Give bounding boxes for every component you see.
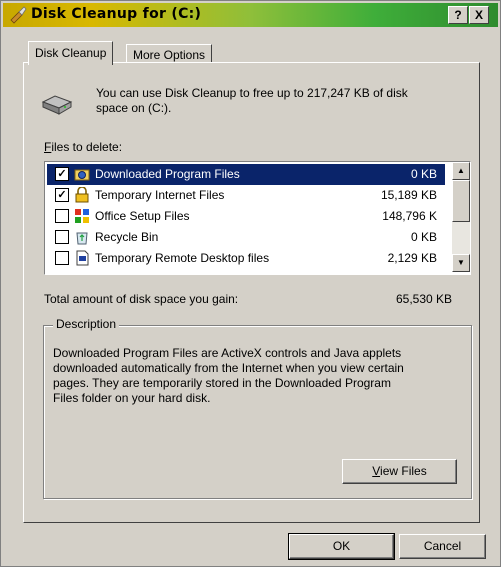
scroll-up-arrow-icon[interactable]: ▲ bbox=[452, 162, 470, 180]
list-item-temporary-internet-files[interactable]: ✓ Temporary Internet Files 15,189 KB bbox=[47, 185, 445, 206]
item-label: Downloaded Program Files bbox=[95, 167, 240, 181]
description-text: Downloaded Program Files are ActiveX con… bbox=[53, 346, 463, 406]
window-title: Disk Cleanup for (C:) bbox=[31, 6, 202, 22]
item-size: 0 KB bbox=[410, 230, 437, 244]
lock-icon bbox=[75, 187, 89, 203]
total-label: Total amount of disk space you gain: bbox=[44, 292, 239, 306]
view-files-button[interactable]: View Files bbox=[342, 459, 457, 484]
checkbox-downloaded-program-files[interactable]: ✓ bbox=[55, 167, 69, 181]
item-size: 15,189 KB bbox=[380, 188, 437, 202]
item-size: 148,796 K bbox=[382, 209, 437, 223]
list-item-downloaded-program-files[interactable]: ✓ Downloaded Program Files 0 KB bbox=[47, 164, 445, 185]
checkbox-office-setup-files[interactable] bbox=[55, 209, 69, 223]
activex-folder-icon bbox=[74, 169, 90, 181]
ok-button[interactable]: OK bbox=[288, 533, 395, 560]
item-label: Temporary Internet Files bbox=[95, 188, 225, 202]
files-list[interactable]: ✓ Downloaded Program Files 0 KB ✓ Tempor… bbox=[44, 161, 471, 275]
intro-text: You can use Disk Cleanup to free up to 2… bbox=[96, 86, 408, 116]
list-item-temporary-remote-desktop-files[interactable]: Temporary Remote Desktop files 2,129 KB bbox=[47, 248, 445, 269]
broom-icon bbox=[10, 6, 27, 24]
close-button[interactable]: X bbox=[469, 6, 489, 24]
remote-desktop-icon bbox=[76, 250, 89, 266]
title-bar[interactable]: Disk Cleanup for (C:) ? X bbox=[3, 3, 498, 27]
disk-cleanup-window: Disk Cleanup for (C:) ? X Disk Cleanup M… bbox=[0, 0, 501, 567]
help-button[interactable]: ? bbox=[448, 6, 468, 24]
tab-disk-cleanup[interactable]: Disk Cleanup bbox=[28, 41, 114, 65]
description-legend: Description bbox=[53, 317, 120, 331]
item-label: Recycle Bin bbox=[95, 230, 159, 244]
description-line: Downloaded Program Files are ActiveX con… bbox=[53, 346, 402, 360]
cancel-button[interactable]: Cancel bbox=[399, 534, 486, 559]
list-item-office-setup-files[interactable]: Office Setup Files 148,796 K bbox=[47, 206, 445, 227]
item-size: 0 KB bbox=[410, 167, 437, 181]
total-value: 65,530 KB bbox=[396, 292, 453, 306]
hard-drive-icon bbox=[41, 95, 73, 115]
list-item-recycle-bin[interactable]: Recycle Bin 0 KB bbox=[47, 227, 445, 248]
description-line: downloaded automatically from the Intern… bbox=[53, 361, 404, 375]
description-line: pages. They are temporarily stored in th… bbox=[53, 376, 391, 390]
office-setup-icon bbox=[75, 209, 89, 223]
checkbox-recycle-bin[interactable] bbox=[55, 230, 69, 244]
intro-line-2: space on (C:). bbox=[96, 101, 172, 115]
scroll-thumb[interactable] bbox=[452, 180, 470, 222]
checkbox-temporary-internet-files[interactable]: ✓ bbox=[55, 188, 69, 202]
checkbox-temporary-remote-desktop-files[interactable] bbox=[55, 251, 69, 265]
item-label: Temporary Remote Desktop files bbox=[95, 251, 270, 265]
scroll-down-arrow-icon[interactable]: ▼ bbox=[452, 254, 470, 272]
item-size: 2,129 KB bbox=[387, 251, 437, 265]
list-scrollbar[interactable]: ▲ ▼ bbox=[452, 162, 470, 272]
recycle-bin-icon bbox=[76, 232, 88, 245]
intro-line-1: You can use Disk Cleanup to free up to 2… bbox=[96, 86, 408, 100]
files-to-delete-label: Files to delete: bbox=[44, 140, 123, 154]
item-label: Office Setup Files bbox=[95, 209, 190, 223]
description-line: Files folder on your hard disk. bbox=[53, 391, 211, 405]
